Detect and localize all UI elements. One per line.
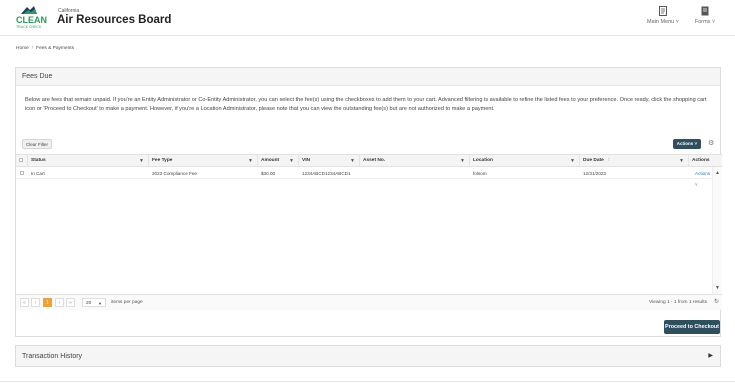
column-header-label: Amount	[261, 158, 280, 163]
page-size-value: 20	[86, 301, 92, 306]
column-header-label: VIN	[302, 158, 310, 163]
refresh-icon[interactable]: ↻	[714, 298, 719, 307]
filter-icon[interactable]: ▼	[570, 155, 575, 167]
cell-location: folsom	[473, 171, 487, 176]
row-select-checkbox[interactable]	[20, 171, 24, 175]
column-header-label: Actions	[692, 158, 710, 163]
column-header-due-date[interactable]: Due Date ↑ ▼	[580, 155, 689, 167]
cell-fee-type: 2023 Compliance Fee	[152, 171, 197, 176]
column-header-label: Location	[473, 158, 493, 163]
document-icon	[659, 6, 667, 16]
top-navbar: CLEAN TRUCK CHECK California Air Resourc…	[0, 0, 735, 36]
fees-grid: Status ▼ Fee Type ▼ Amount ▼ VIN ▼ Asset…	[16, 154, 722, 294]
scroll-up-icon[interactable]: ▲	[715, 170, 720, 176]
table-row[interactable]: In Cart 2023 Compliance Fee $30.00 1234A…	[16, 168, 714, 187]
fees-due-title: Fees Due	[16, 68, 720, 86]
chevron-down-icon: ▼	[98, 301, 102, 306]
main-menu-button[interactable]: Main Menu ˅	[643, 6, 683, 25]
sort-ascending-icon: ↑	[607, 158, 611, 163]
footer-divider	[0, 381, 735, 382]
next-page-button[interactable]: ›	[55, 298, 64, 307]
column-header-amount[interactable]: Amount ▼	[258, 155, 299, 167]
header-select-cell	[16, 155, 28, 167]
filter-icon[interactable]: ▼	[248, 155, 253, 167]
grid-vertical-scrollbar[interactable]: ▲ ▼	[712, 167, 722, 294]
first-page-button[interactable]: «	[20, 298, 29, 307]
breadcrumb: Home / Fees & Payments	[16, 46, 74, 51]
column-header-asset-no[interactable]: Asset No. ▼	[360, 155, 470, 167]
grid-header: Status ▼ Fee Type ▼ Amount ▼ VIN ▼ Asset…	[16, 154, 722, 167]
column-header-status[interactable]: Status ▼	[28, 155, 149, 167]
cell-vin: 1234ABCD1234ABCD1	[302, 171, 351, 176]
logo-text: CLEAN	[16, 15, 47, 25]
expand-arrow-icon[interactable]: ▶	[708, 352, 713, 359]
main-menu-label: Main Menu ˅	[647, 19, 679, 25]
cell-status: In Cart	[31, 171, 45, 176]
cell-amount: $30.00	[261, 171, 276, 176]
breadcrumb-home-link[interactable]: Home	[16, 46, 29, 51]
column-header-label: Asset No.	[363, 158, 386, 163]
filter-icon[interactable]: ▼	[679, 155, 684, 167]
transaction-history-title: Transaction History	[22, 353, 83, 360]
filter-icon[interactable]: ▼	[460, 155, 465, 167]
select-all-checkbox[interactable]	[19, 158, 23, 162]
page-size-select[interactable]: 20 ▼	[82, 298, 106, 307]
filter-icon[interactable]: ▼	[139, 155, 144, 167]
filter-icon[interactable]: ▼	[350, 155, 355, 167]
column-header-location[interactable]: Location ▼	[470, 155, 580, 167]
cell-asset-no	[360, 168, 470, 179]
last-page-button[interactable]: »	[66, 298, 75, 307]
results-summary: Viewing 1 - 1 from 1 results	[648, 300, 707, 305]
prev-page-button[interactable]: ‹	[31, 298, 40, 307]
forms-menu-label: Forms ˅	[694, 19, 716, 25]
breadcrumb-separator: /	[31, 46, 34, 51]
grid-settings-icon[interactable]: ⚙	[708, 139, 716, 149]
fees-due-description: Below are fees that remain unpaid. If yo…	[25, 97, 707, 112]
logo-subtext: TRUCK CHECK	[16, 25, 42, 29]
actions-dropdown-button[interactable]: Actions ˅	[673, 139, 701, 149]
column-header-actions: Actions	[689, 155, 722, 167]
column-header-label: Status	[31, 158, 46, 163]
forms-icon	[701, 6, 709, 16]
clear-filter-button[interactable]: Clear Filter	[22, 139, 53, 149]
grid-pager: « ‹ 1 › » 20 ▼ items per page Viewing 1 …	[16, 294, 722, 310]
transaction-history-panel[interactable]: Transaction History ▶	[15, 345, 721, 367]
items-per-page-label: items per page	[111, 300, 143, 305]
scroll-down-icon[interactable]: ▼	[715, 285, 720, 291]
clean-truck-check-logo[interactable]: CLEAN TRUCK CHECK	[16, 5, 47, 31]
truck-logo-icon	[21, 6, 37, 14]
column-header-label: Fee Type	[152, 158, 173, 163]
page-1-button[interactable]: 1	[43, 298, 52, 307]
page: CLEAN TRUCK CHECK California Air Resourc…	[0, 0, 735, 389]
fees-due-panel: Fees Due Below are fees that remain unpa…	[15, 67, 722, 337]
org-title: Air Resources Board	[57, 14, 172, 26]
forms-menu-button[interactable]: Forms ˅	[690, 6, 720, 25]
row-actions-dropdown[interactable]: Actions ˅	[692, 168, 714, 187]
column-header-vin[interactable]: VIN ▼	[299, 155, 360, 167]
column-header-fee-type[interactable]: Fee Type ▼	[149, 155, 258, 167]
breadcrumb-current: Fees & Payments	[36, 46, 74, 51]
grid-toolbar: Clear Filter Actions ˅ ⚙	[21, 138, 717, 152]
proceed-to-checkout-button[interactable]: Proceed to Checkout	[664, 320, 720, 334]
filter-icon[interactable]: ▼	[289, 155, 294, 167]
cell-due-date: 12/31/2023	[583, 171, 606, 176]
column-header-label: Due Date	[583, 158, 604, 163]
